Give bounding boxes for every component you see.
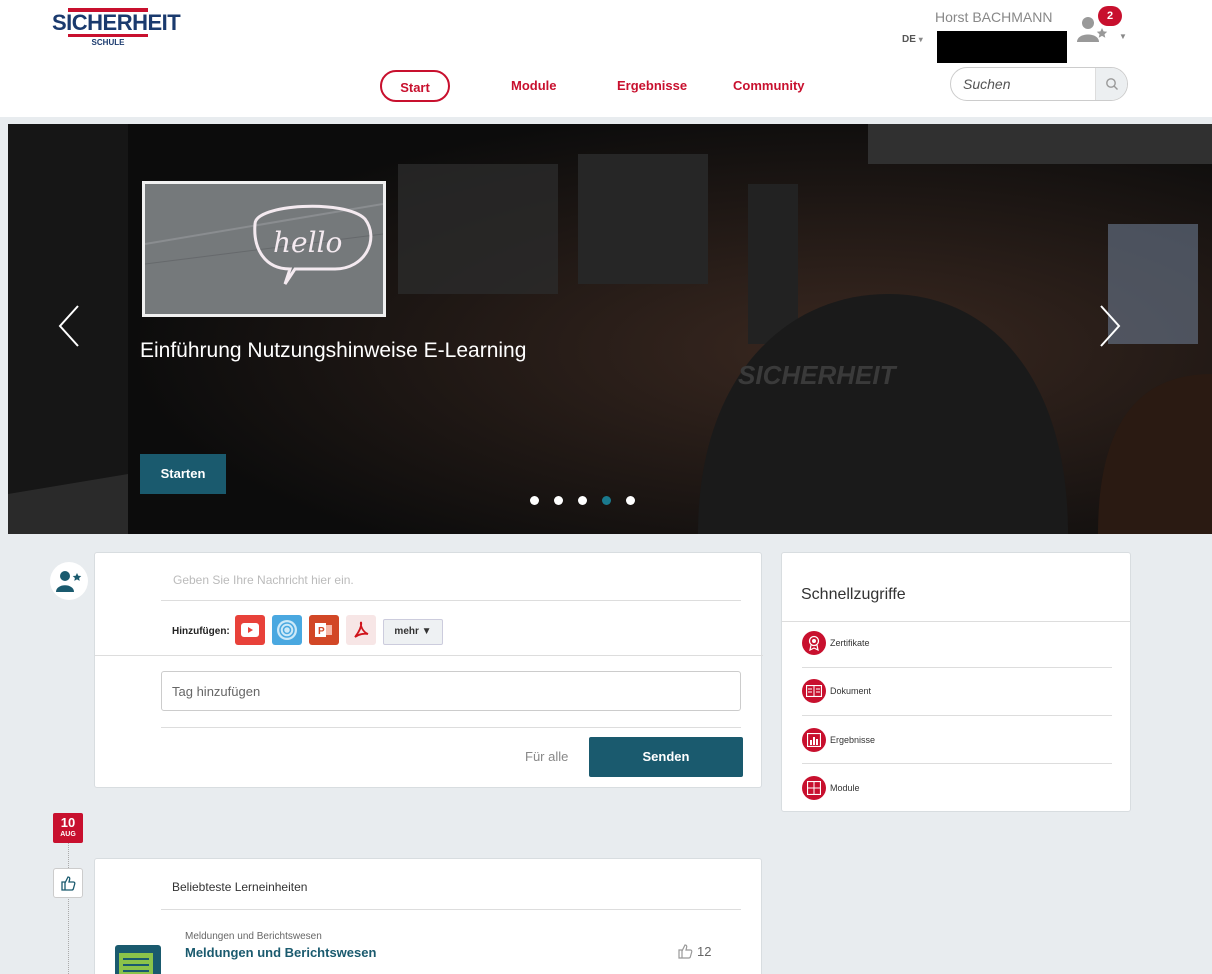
unit-category: Meldungen und Berichtswesen [185,931,322,942]
unit-like-button[interactable]: 12 [677,943,711,959]
divider [802,667,1112,668]
carousel-dot[interactable] [530,496,539,505]
thumbs-up-icon [678,944,693,959]
header: SICHERHEIT SCHULE Horst BACHMANN DE ▾ 2 … [0,0,1212,117]
quick-link-module[interactable]: Module [802,770,1112,806]
divider [161,727,741,728]
slide-title: Einführung Nutzungshinweise E-Learning [140,339,527,362]
carousel-dot[interactable] [626,496,635,505]
chevron-right-icon[interactable] [1093,304,1123,348]
notification-badge[interactable]: 2 [1098,6,1122,26]
thumb-text: hello [273,226,342,259]
language-selector[interactable]: DE ▾ [902,34,923,45]
date-month: AUG [60,831,76,838]
popular-units-card: Beliebteste Lerneinheiten Meldungen und … [94,858,762,974]
divider [161,909,741,910]
youtube-icon [241,623,259,637]
unit-thumbnail[interactable] [115,945,161,974]
more-button[interactable]: mehr ▼ [383,619,443,645]
quick-link-label: Ergebnisse [830,735,876,745]
nav-community[interactable]: Community [733,70,805,102]
divider [161,600,741,601]
quick-link-zertifikate[interactable]: Zertifikate [802,625,1112,661]
carousel-dots [530,496,635,505]
logo[interactable]: SICHERHEIT SCHULE [52,8,181,47]
date-day: 10 [60,815,76,830]
send-button[interactable]: Senden [589,737,743,777]
thumbs-up-icon [61,876,76,891]
quick-link-ergebnisse[interactable]: Ergebnisse [802,722,1112,758]
tag-input[interactable] [161,671,741,711]
search-box [950,67,1128,101]
divider [95,655,763,656]
youtube-button[interactable] [235,615,265,645]
quick-access-title: Schnellzugriffe [801,586,906,603]
redacted-block [937,31,1067,63]
quick-access-panel: Schnellzugriffe Zertifikate Dokument Erg… [781,552,1131,812]
divider [782,621,1130,622]
chevron-left-icon[interactable] [56,304,86,348]
svg-text:SICHERHEIT: SICHERHEIT [738,360,898,390]
popular-title: Beliebteste Lerneinheiten [172,880,308,894]
circle-target-icon [277,620,297,640]
audience-selector[interactable]: Für alle [525,749,568,764]
user-star-icon [56,571,82,592]
add-label: Hinzufügen: [172,626,230,637]
logo-subtitle: SCHULE [68,34,148,47]
bar-chart-icon [802,728,826,752]
unit-title-link[interactable]: Meldungen und Berichtswesen [185,945,376,960]
carousel-dot-active[interactable] [602,496,611,505]
media-button[interactable] [272,615,302,645]
powerpoint-icon: P [315,623,332,637]
slide-thumbnail: hello [142,181,386,317]
quick-link-dokument[interactable]: Dokument [802,673,1112,709]
divider [802,763,1112,764]
search-input[interactable] [951,68,1097,100]
quick-link-label: Module [830,783,860,793]
svg-text:P: P [318,626,325,637]
quick-link-label: Zertifikate [830,638,870,648]
user-name[interactable]: Horst BACHMANN [935,9,1052,25]
quick-link-label: Dokument [830,686,872,696]
carousel-dot[interactable] [578,496,587,505]
timeline-line [68,843,69,974]
pdf-icon [354,621,369,638]
like-count: 12 [697,943,712,959]
date-badge: 10 AUG [53,813,83,843]
message-input[interactable]: Geben Sie Ihre Nachricht hier ein. [173,573,354,587]
certificate-icon [802,631,826,655]
language-label: DE [902,34,916,45]
nav-module[interactable]: Module [511,70,557,102]
carousel-dot[interactable] [554,496,563,505]
powerpoint-button[interactable]: P [309,615,339,645]
search-icon [1105,78,1118,90]
start-button[interactable]: Starten [140,454,226,494]
post-composer: Geben Sie Ihre Nachricht hier ein. Hinzu… [94,552,763,788]
module-grid-icon [802,776,826,800]
document-icon [802,679,826,703]
pdf-button[interactable] [346,615,376,645]
hero-carousel: SICHERHEIT hello Einführung Nutzungshinw… [8,124,1212,534]
user-menu-chevron-icon[interactable]: ▼ [1119,32,1127,41]
timeline-like-marker [53,868,83,898]
nav-start[interactable]: Start [380,70,450,102]
avatar [50,562,88,600]
nav-ergebnisse[interactable]: Ergebnisse [617,70,687,102]
logo-text: SICHERHEIT [52,10,181,35]
divider [802,715,1112,716]
chevron-down-icon: ▾ [918,35,923,44]
search-button[interactable] [1095,68,1127,100]
